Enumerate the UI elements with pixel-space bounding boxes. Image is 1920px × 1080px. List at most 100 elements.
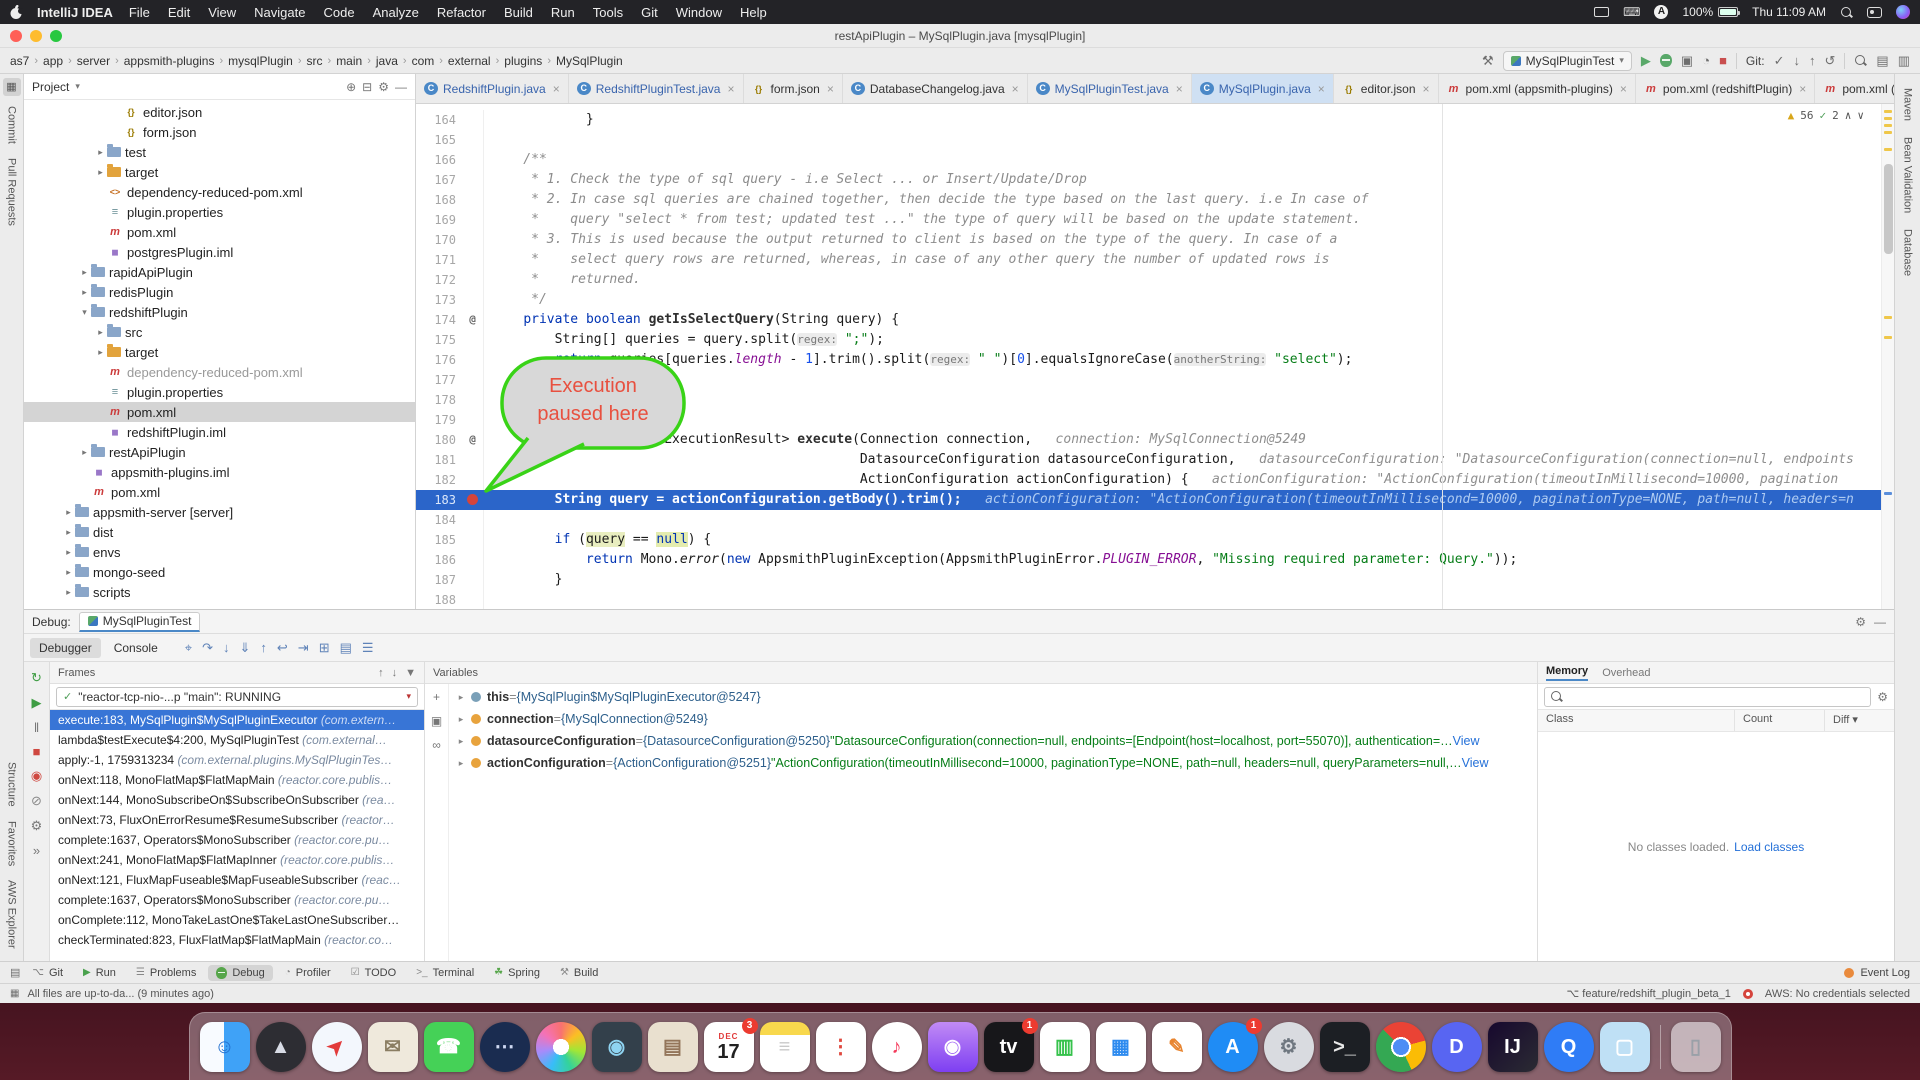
memory-gear-icon[interactable]: ⚙ [1877,690,1888,704]
locate-file-icon[interactable]: ⊕ [346,80,356,94]
frame-row[interactable]: checkTerminated:823, FluxFlatMap$FlatMap… [50,930,424,950]
terminal-dock-icon[interactable]: >_ [1320,1022,1370,1072]
project-tree-item[interactable]: redshiftPlugin.iml [24,422,415,442]
gear-icon[interactable]: ⚙ [378,80,389,94]
display-icon[interactable] [1594,7,1609,17]
git-push-icon[interactable]: ↑ [1809,53,1816,68]
toolbar-profiler[interactable]: ◔Profiler [277,965,339,981]
stripe-mark[interactable] [1884,117,1892,120]
editor-tab[interactable]: pom.xml (dynamoPlugin)× [1815,74,1894,103]
project-tree-item[interactable]: ▸dist [24,522,415,542]
project-tree-item[interactable]: pom.xml [24,482,415,502]
project-tree-item[interactable]: pom.xml [24,222,415,242]
editor-tab[interactable]: pom.xml (redshiftPlugin)× [1636,74,1815,103]
frame-row[interactable]: onNext:118, MonoFlatMap$FlatMapMain (rea… [50,770,424,790]
git-update-icon[interactable]: ↓ [1794,53,1801,68]
project-tree-item[interactable]: postgresPlugin.iml [24,242,415,262]
editor-tab[interactable]: MySqlPlugin.java× [1192,74,1334,103]
layout-icon[interactable]: ▤ [1876,53,1888,69]
tab-close-icon[interactable]: × [827,82,834,96]
reminders-dock-icon[interactable]: ⋮ [816,1022,866,1072]
frame-down-icon[interactable]: ↓ [392,667,398,679]
collapse-all-icon[interactable]: ⊟ [362,80,372,94]
tab-debugger[interactable]: Debugger [30,638,101,658]
search-everywhere-icon[interactable] [1854,54,1867,67]
project-tree-item[interactable]: ▾redshiftPlugin [24,302,415,322]
keyboard-icon[interactable]: ⌨ [1623,5,1640,19]
breadcrumb-item[interactable]: server [77,54,110,68]
tab-close-icon[interactable]: × [1620,82,1627,96]
load-classes-link[interactable]: Load classes [1734,840,1804,854]
project-tree-item[interactable]: ▸envs [24,542,415,562]
tab-close-icon[interactable]: × [553,82,560,96]
breadcrumb-item[interactable]: plugins [504,54,542,68]
menu-window[interactable]: Window [676,5,722,20]
toolbar-build[interactable]: ⚒Build [552,965,606,981]
frame-row[interactable]: onNext:73, FluxOnErrorResume$ResumeSubsc… [50,810,424,830]
toolbar-todo[interactable]: ☑TODO [343,965,405,981]
toolbar-debug[interactable]: Debug [208,965,272,981]
view-options-icon[interactable]: ▤ [340,640,352,656]
prev-problem-icon[interactable]: ∧ [1845,109,1852,122]
frame-row[interactable]: complete:1637, Operators$MonoSubscriber … [50,890,424,910]
menu-analyze[interactable]: Analyze [373,5,419,20]
hide-panel-icon[interactable]: — [395,80,407,94]
light-blue-app-dock-icon[interactable]: ▢ [1600,1022,1650,1072]
breadcrumb-item[interactable]: app [43,54,63,68]
window-management-icon[interactable]: ▤ [10,966,20,979]
next-problem-icon[interactable]: ∨ [1857,109,1864,122]
tree-arrow-icon[interactable]: ▸ [78,447,91,458]
coverage-button[interactable]: ▣ [1681,53,1693,69]
column-diff[interactable]: Diff ▾ [1824,710,1894,731]
editor-tab[interactable]: editor.json× [1334,74,1439,103]
variable-row[interactable]: ▸actionConfiguration = {ActionConfigurat… [449,752,1537,774]
apple-tv-dock-icon[interactable]: tv1 [984,1022,1034,1072]
frame-row[interactable]: onNext:144, MonoSubscribeOn$SubscribeOnS… [50,790,424,810]
project-tree-item[interactable]: ▸rapidApiPlugin [24,262,415,282]
breadcrumb-item[interactable]: as7 [10,54,29,68]
quicktime-dock-icon[interactable]: Q [1544,1022,1594,1072]
grammarly-icon[interactable]: A [1654,5,1668,19]
tree-arrow-icon[interactable]: ▸ [78,287,91,298]
tree-arrow-icon[interactable]: ▾ [78,307,91,318]
menu-run[interactable]: Run [551,5,575,20]
breadcrumb-item[interactable]: src [307,54,323,68]
resume-icon[interactable]: ▶ [32,695,42,711]
calendar-dock-icon[interactable]: DEC173 [704,1022,754,1072]
run-to-cursor-icon[interactable]: ⇥ [298,640,309,656]
tool-window-button-pull-requests[interactable]: Pull Requests [6,158,18,226]
battery-status[interactable]: 100% [1682,5,1738,19]
stripe-mark[interactable] [1884,110,1892,113]
breadcrumb-item[interactable]: com [412,54,435,68]
editor-tab[interactable]: DatabaseChangelog.java× [843,74,1028,103]
breadcrumb-item[interactable]: mysqlPlugin [228,54,293,68]
build-hammer-icon[interactable]: ⚒ [1482,53,1494,69]
column-class[interactable]: Class [1538,710,1734,731]
toolbar-terminal[interactable]: >_Terminal [408,965,482,981]
frame-row[interactable]: execute:183, MySqlPlugin$MySqlPluginExec… [50,710,424,730]
finder-dock-icon[interactable]: ☺ [200,1022,250,1072]
tool-window-button-favorites[interactable]: Favorites [6,821,18,866]
stripe-mark[interactable] [1884,336,1892,339]
debug-session-tab[interactable]: MySqlPluginTest [79,612,201,632]
expand-arrow-icon[interactable]: ▸ [453,736,469,747]
notifications-icon[interactable] [1743,989,1753,999]
project-tree-item[interactable]: ▸redisPlugin [24,282,415,302]
breadcrumb-item[interactable]: MySqlPlugin [556,54,623,68]
breadcrumb-item[interactable]: external [448,54,491,68]
drop-frame-icon[interactable]: ↩ [277,640,288,656]
aws-credentials-status[interactable]: AWS: No credentials selected [1765,988,1910,1000]
project-tree-item[interactable]: form.json [24,122,415,142]
photo-booth-dock-icon[interactable]: ◉ [592,1022,642,1072]
safari-dock-icon[interactable]: ➤ [312,1022,362,1072]
rerun-icon[interactable]: ↻ [31,670,42,686]
editor-tab[interactable]: pom.xml (appsmith-plugins)× [1439,74,1636,103]
frame-row[interactable]: complete:1637, Operators$MonoSubscriber … [50,830,424,850]
stripe-mark[interactable] [1884,316,1892,319]
project-tree-item[interactable]: ▸test [24,142,415,162]
stripe-mark[interactable] [1884,124,1892,127]
project-tree-item[interactable]: ▸appsmith-server [server] [24,502,415,522]
menu-app-name[interactable]: IntelliJ IDEA [37,5,113,20]
menu-navigate[interactable]: Navigate [254,5,305,20]
project-tree-item[interactable]: ▸mongo-seed [24,562,415,582]
